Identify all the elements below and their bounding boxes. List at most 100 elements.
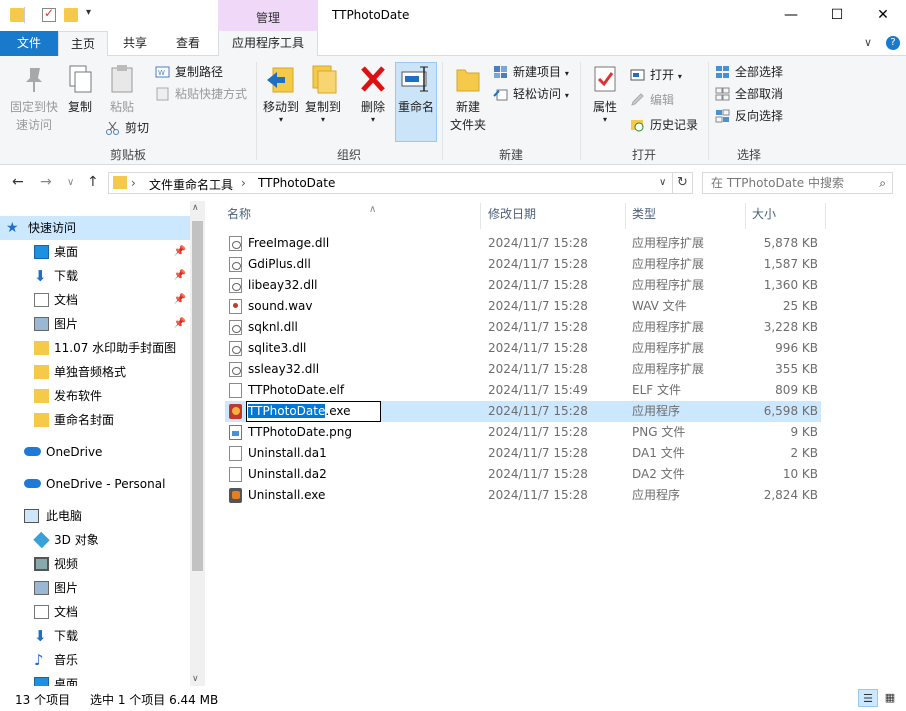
- pin-icon[interactable]: 📌: [174, 240, 186, 264]
- recent-locations-dropdown[interactable]: ∨: [67, 177, 74, 188]
- copy-button[interactable]: 复制: [64, 64, 96, 116]
- copy-path-button[interactable]: W 复制路径: [155, 62, 223, 82]
- file-row[interactable]: Uninstall.da1 2024/11/7 15:28 DA1 文件 2 KB: [225, 443, 821, 464]
- column-separator[interactable]: [825, 203, 826, 229]
- nav-this-pc[interactable]: 此电脑: [0, 504, 190, 528]
- file-row[interactable]: libeay32.dll 2024/11/7 15:28 应用程序扩展 1,360 K…: [225, 275, 821, 296]
- select-none-button[interactable]: 全部取消: [715, 84, 783, 104]
- nav-item-folder[interactable]: 11.07 水印助手封面图: [0, 336, 190, 360]
- paste-button[interactable]: 粘贴: [104, 64, 140, 116]
- large-icons-view-icon[interactable]: ▦: [880, 689, 900, 707]
- search-input[interactable]: 在 TTPhotoDate 中搜索 ⌕: [702, 172, 893, 194]
- open-button[interactable]: 打开 ▾: [630, 65, 682, 85]
- column-separator[interactable]: [625, 203, 626, 229]
- nav-onedrive[interactable]: OneDrive: [0, 440, 190, 464]
- file-row[interactable]: TTPhotoDate.png 2024/11/7 15:28 PNG 文件 9 KB: [225, 422, 821, 443]
- help-icon[interactable]: ?: [886, 36, 900, 50]
- pin-to-quick-access-button[interactable]: 固定到快 速访问: [6, 64, 62, 134]
- select-all-button[interactable]: 全部选择: [715, 62, 783, 82]
- maximize-button[interactable]: ☐: [814, 0, 860, 31]
- tab-home[interactable]: 主页: [58, 31, 108, 57]
- column-header-type[interactable]: 类型: [632, 207, 656, 229]
- file-date: 2024/11/7 15:28: [488, 425, 588, 439]
- collapse-ribbon-icon[interactable]: ∨: [864, 36, 872, 49]
- breadcrumb-item[interactable]: TTPhotoDate: [258, 176, 335, 190]
- file-row[interactable]: ssleay32.dll 2024/11/7 15:28 应用程序扩展 355 KB: [225, 359, 821, 380]
- cut-button[interactable]: 剪切: [105, 118, 149, 138]
- nav-item-pictures[interactable]: 图片: [0, 576, 190, 600]
- easy-access-button[interactable]: 轻松访问 ▾: [493, 84, 569, 104]
- nav-item-pictures[interactable]: 图片 📌: [0, 312, 190, 336]
- pin-icon[interactable]: 📌: [174, 312, 186, 336]
- refresh-icon[interactable]: ↻: [673, 172, 693, 194]
- nav-item-3d-objects[interactable]: 3D 对象: [0, 528, 190, 552]
- group-label-organize: 组织: [336, 148, 361, 162]
- nav-item-downloads[interactable]: ⬇ 下载 📌: [0, 264, 190, 288]
- column-header-date[interactable]: 修改日期: [488, 207, 536, 229]
- file-row[interactable]: sqlite3.dll 2024/11/7 15:28 应用程序扩展 996 KB: [225, 338, 821, 359]
- scroll-up-icon[interactable]: ∧: [192, 203, 199, 213]
- tab-file[interactable]: 文件: [0, 31, 58, 56]
- nav-quick-access[interactable]: ★ 快速访问: [0, 216, 190, 240]
- file-row[interactable]: Uninstall.da2 2024/11/7 15:28 DA2 文件 10 KB: [225, 464, 821, 485]
- nav-item-documents[interactable]: 文档: [0, 600, 190, 624]
- close-button[interactable]: ✕: [860, 0, 906, 31]
- nav-item-desktop[interactable]: 桌面: [0, 672, 190, 686]
- forward-arrow-icon[interactable]: →: [40, 174, 52, 190]
- pin-icon[interactable]: 📌: [174, 264, 186, 288]
- new-folder-button[interactable]: 新建 文件夹: [446, 64, 490, 134]
- up-arrow-icon[interactable]: ↑: [87, 174, 99, 190]
- column-header-name[interactable]: 名称 ∧: [227, 204, 376, 229]
- copy-to-button[interactable]: 复制到 ▾: [304, 64, 342, 124]
- file-row[interactable]: TTPhotoDate.exe 2024/11/7 15:28 应用程序 6,598 …: [225, 401, 821, 422]
- properties-quick-icon[interactable]: [42, 6, 56, 22]
- scroll-down-icon[interactable]: ∨: [192, 674, 199, 684]
- nav-item-downloads[interactable]: ⬇ 下载: [0, 624, 190, 648]
- file-row[interactable]: FreeImage.dll 2024/11/7 15:28 应用程序扩展 5,878 …: [225, 233, 821, 254]
- file-row[interactable]: Uninstall.exe 2024/11/7 15:28 应用程序 2,824 KB: [225, 485, 821, 506]
- delete-button[interactable]: 删除 ▾: [356, 64, 390, 124]
- file-row[interactable]: GdiPlus.dll 2024/11/7 15:28 应用程序扩展 1,587 KB: [225, 254, 821, 275]
- nav-onedrive-personal[interactable]: OneDrive - Personal: [0, 472, 190, 496]
- nav-item-desktop[interactable]: 桌面 📌: [0, 240, 190, 264]
- rename-input[interactable]: TTPhotoDate.exe: [246, 401, 381, 422]
- item-count: 13 个项目: [15, 693, 71, 707]
- tab-app-tools[interactable]: 应用程序工具: [218, 31, 318, 56]
- details-view-icon[interactable]: ☰: [858, 689, 878, 707]
- new-item-button[interactable]: 新建项目 ▾: [493, 62, 569, 82]
- move-to-button[interactable]: 移动到 ▾: [262, 64, 300, 124]
- edit-button[interactable]: 编辑: [630, 90, 674, 110]
- column-separator[interactable]: [480, 203, 481, 229]
- tab-share[interactable]: 共享: [110, 31, 160, 56]
- nav-item-documents[interactable]: 文档 📌: [0, 288, 190, 312]
- nav-item-music[interactable]: ♪ 音乐: [0, 648, 190, 672]
- breadcrumb-item[interactable]: 文件重命名工具: [149, 176, 233, 193]
- column-header-size[interactable]: 大小: [752, 207, 776, 229]
- tab-view[interactable]: 查看: [163, 31, 213, 56]
- scrollbar-thumb[interactable]: [192, 221, 203, 571]
- rename-button[interactable]: 重命名: [395, 64, 437, 116]
- dll-file-icon: [229, 320, 242, 335]
- status-bar: 13 个项目 选中 1 个项目 6.44 MB ☰ ▦: [0, 686, 906, 711]
- new-folder-quick-icon[interactable]: [64, 8, 78, 22]
- file-row[interactable]: sqknl.dll 2024/11/7 15:28 应用程序扩展 3,228 KB: [225, 317, 821, 338]
- address-bar[interactable]: › 文件重命名工具 › TTPhotoDate ∨: [108, 172, 673, 194]
- nav-item-videos[interactable]: 视频: [0, 552, 190, 576]
- history-button[interactable]: 历史记录: [630, 115, 698, 135]
- nav-item-folder[interactable]: 单独音频格式: [0, 360, 190, 384]
- nav-item-folder[interactable]: 重命名封面: [0, 408, 190, 432]
- nav-item-folder[interactable]: 发布软件: [0, 384, 190, 408]
- file-row[interactable]: TTPhotoDate.elf 2024/11/7 15:49 ELF 文件 809 …: [225, 380, 821, 401]
- back-arrow-icon[interactable]: ←: [12, 174, 24, 190]
- chevron-down-icon: ▾: [278, 115, 283, 124]
- pin-icon[interactable]: 📌: [174, 288, 186, 312]
- invert-selection-button[interactable]: 反向选择: [715, 106, 783, 126]
- paste-shortcut-button[interactable]: 粘贴快捷方式: [155, 84, 247, 104]
- address-dropdown-icon[interactable]: ∨: [659, 177, 666, 188]
- file-row[interactable]: sound.wav 2024/11/7 15:28 WAV 文件 25 KB: [225, 296, 821, 317]
- column-separator[interactable]: [745, 203, 746, 229]
- minimize-button[interactable]: —: [768, 0, 814, 31]
- properties-button[interactable]: 属性 ▾: [588, 64, 622, 124]
- nav-scrollbar[interactable]: ∧ ∨: [190, 201, 205, 686]
- customize-toolbar-dropdown[interactable]: ▾: [86, 7, 91, 18]
